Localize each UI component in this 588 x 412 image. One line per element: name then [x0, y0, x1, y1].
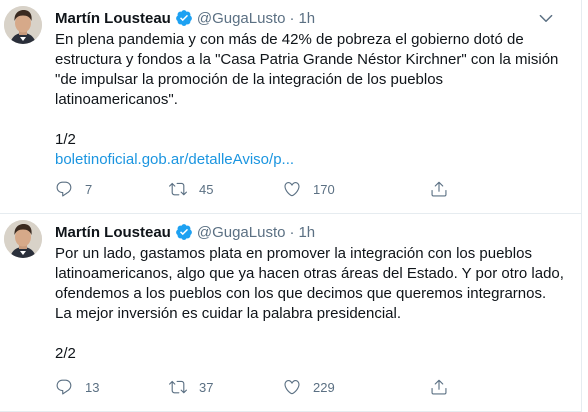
tweet-text-line: latinoamericanos". — [55, 91, 178, 108]
reply-button[interactable]: 7 — [55, 180, 92, 198]
author-handle[interactable]: @GugaLusto — [197, 10, 286, 27]
reply-count: 13 — [85, 379, 100, 395]
tweet-timestamp[interactable]: 1h — [298, 224, 315, 241]
like-count: 170 — [313, 181, 335, 197]
share-button[interactable] — [430, 378, 448, 401]
reply-icon — [56, 379, 72, 395]
action-bar: 7 45 170 — [55, 180, 570, 204]
author-name[interactable]: Martín Lousteau — [55, 224, 171, 241]
retweet-count: 37 — [199, 379, 214, 395]
retweet-button[interactable]: 45 — [169, 180, 213, 198]
reply-button[interactable]: 13 — [55, 378, 99, 396]
heart-icon — [284, 380, 300, 395]
verified-badge-icon — [175, 10, 192, 26]
tweet-text-line: La mejor inversión es cuidar la palabra … — [55, 305, 402, 322]
tweet-text-line: Por un lado, gastamos plata en promover … — [55, 245, 532, 262]
tweet-text: Por un lado, gastamos plata en promover … — [55, 244, 570, 364]
tweet-text-line: latinoamericanos, algo que ya hacen otra… — [55, 265, 564, 282]
like-button[interactable]: 170 — [283, 180, 335, 198]
retweet-icon — [169, 380, 187, 394]
heart-icon — [284, 182, 300, 197]
tweet-text-line: ofendemos a los pueblos con los que deci… — [55, 285, 547, 302]
share-button[interactable] — [430, 180, 448, 203]
tweet-text-line: estructura y fondos a la "Casa Patria Gr… — [55, 51, 559, 68]
reply-icon — [56, 181, 72, 197]
tweet-text: En plena pandemia y con más de 42% de po… — [55, 30, 570, 170]
retweet-count: 45 — [199, 181, 214, 197]
chevron-down-icon[interactable] — [536, 8, 556, 28]
verified-badge-icon — [175, 224, 192, 240]
separator-dot: · — [289, 9, 295, 27]
tweet[interactable]: Martín Lousteau @GugaLusto · 1h En plena… — [0, 0, 582, 214]
tweet-link[interactable]: boletinoficial.gob.ar/detalleAviso/p... — [55, 151, 294, 168]
thread-marker: 1/2 — [55, 131, 76, 148]
tweet-text-line: "de impulsar la promoción de la integrac… — [55, 71, 444, 88]
share-icon — [431, 181, 447, 197]
avatar[interactable] — [4, 6, 42, 44]
tweet[interactable]: Martín Lousteau @GugaLusto · 1h Por un l… — [0, 214, 582, 412]
like-count: 229 — [313, 379, 335, 395]
avatar[interactable] — [4, 220, 42, 258]
thread-marker: 2/2 — [55, 345, 76, 362]
author-handle[interactable]: @GugaLusto — [197, 224, 286, 241]
separator-dot: · — [289, 223, 295, 241]
share-icon — [431, 379, 447, 395]
reply-count: 7 — [85, 181, 93, 197]
like-button[interactable]: 229 — [283, 378, 335, 396]
retweet-button[interactable]: 37 — [169, 378, 213, 396]
column-border — [581, 0, 582, 412]
tweet-timestamp[interactable]: 1h — [298, 10, 315, 27]
tweet-text-line: En plena pandemia y con más de 42% de po… — [55, 31, 524, 48]
author-name[interactable]: Martín Lousteau — [55, 10, 171, 27]
action-bar: 13 37 229 — [55, 378, 570, 402]
retweet-icon — [169, 182, 187, 196]
